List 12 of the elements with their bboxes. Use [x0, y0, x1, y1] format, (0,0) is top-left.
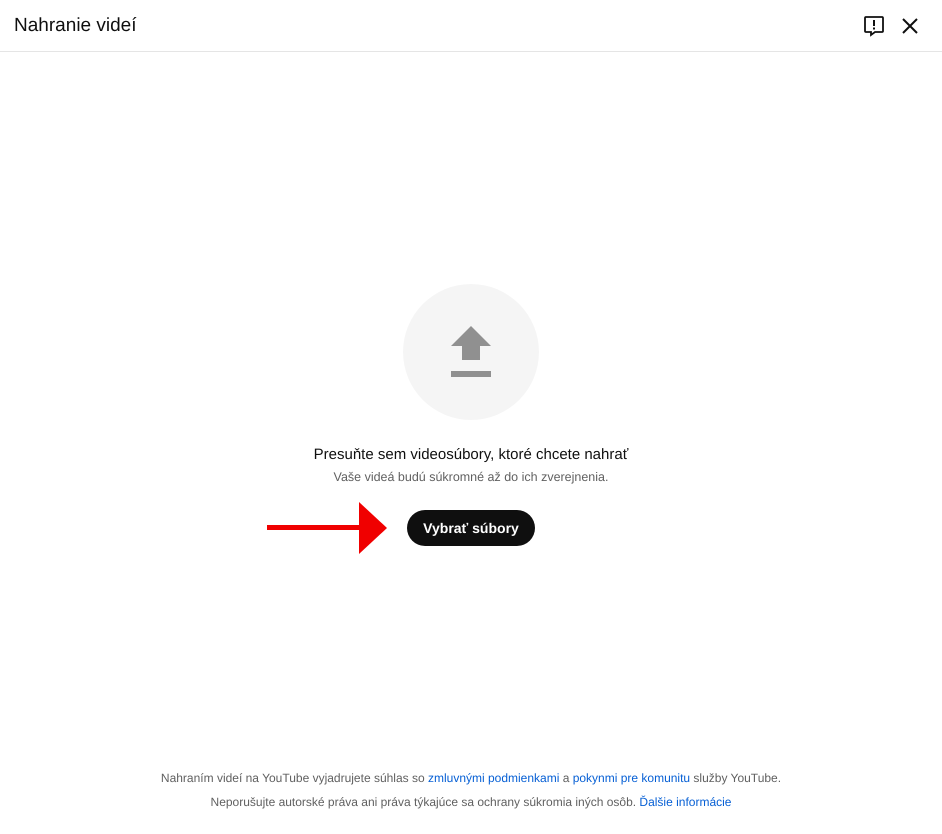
close-icon: [901, 16, 919, 34]
feedback-icon: [862, 14, 886, 38]
select-files-button[interactable]: Vybrať súbory: [407, 510, 535, 546]
footer-link[interactable]: zmluvnými podmienkami: [428, 771, 560, 785]
footer-link[interactable]: pokynmi pre komunitu: [572, 771, 690, 785]
upload-icon: [451, 326, 491, 378]
footer-link[interactable]: Ďalšie informácie: [639, 795, 732, 809]
privacy-note: Vaše videá budú súkromné až do ich zverejnenia.: [334, 470, 608, 484]
footer-text: Neporušujte autorské práva ani práva týkajúce sa ochrany súkromia iných osôb. Ďalšie informácie: [210, 794, 732, 810]
upload-heading: Presuňte sem videosúbory, ktoré chcete nahrať: [314, 446, 628, 463]
dialog-title: Nahranie videí: [14, 14, 138, 36]
footer-text: Nahraním videí na YouTube vyjadrujete súhlas so zmluvnými podmienkami a pokynmi pre komunitu služby YouTube.: [160, 770, 782, 786]
